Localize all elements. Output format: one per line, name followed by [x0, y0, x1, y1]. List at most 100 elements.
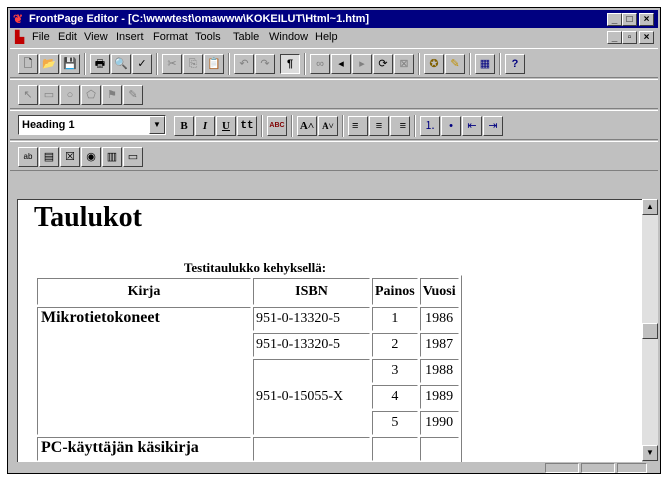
help-icon: ? [511, 58, 519, 70]
stop-button[interactable]: ⊠ [394, 54, 414, 74]
align-center-button[interactable]: ≡ [369, 116, 389, 136]
header-painos[interactable]: Painos [372, 278, 418, 305]
refresh-button[interactable]: ⟳ [373, 54, 393, 74]
scrolling-textbox-button[interactable]: ▤ [39, 147, 59, 167]
document-icon[interactable]: ▙ [15, 31, 27, 44]
isbn-cell[interactable]: 951-0-13320-5 [253, 333, 370, 357]
show-explorer-button[interactable]: ✪ [424, 54, 444, 74]
print-preview-button[interactable]: 🔍 [111, 54, 131, 74]
circle-icon: ○ [66, 89, 74, 101]
frontpage-editor-window: ❦ FrontPage Editor - [C:\wwwtest\omawww\… [7, 7, 661, 474]
vuosi-cell[interactable]: 1990 [419, 411, 459, 435]
isbn-cell[interactable]: 951-0-15055-X [253, 359, 370, 435]
scroll-up-button[interactable]: ▲ [642, 199, 658, 215]
underline-button[interactable]: U [216, 116, 236, 136]
typewriter-button[interactable]: tt [237, 116, 257, 136]
doc-minimize-button[interactable]: _ [607, 31, 622, 44]
spelling-button[interactable]: ✓ [132, 54, 152, 74]
rectangle-button[interactable]: ▭ [39, 85, 59, 105]
copy-button[interactable]: ⎘ [183, 54, 203, 74]
bulleted-list-button[interactable]: • [441, 116, 461, 136]
scroll-thumb[interactable] [642, 323, 658, 339]
align-right-button[interactable]: ≡ [390, 116, 410, 136]
checkbox-button[interactable]: ☒ [60, 147, 80, 167]
doc-close-button[interactable]: × [639, 31, 654, 44]
isbn-cell[interactable] [253, 437, 370, 461]
status-panel [581, 463, 615, 473]
menu-tools[interactable]: Tools [195, 31, 221, 43]
text-color-button[interactable]: ABC [267, 116, 287, 136]
header-vuosi[interactable]: Vuosi [419, 278, 459, 305]
increase-indent-button[interactable]: ⇥ [483, 116, 503, 136]
style-select[interactable]: Heading 1 ▼ [18, 115, 166, 135]
polygon-button[interactable]: ⬠ [81, 85, 101, 105]
show-marks-button[interactable]: ¶ [280, 54, 300, 74]
open-button[interactable]: 📂 [39, 54, 59, 74]
new-button[interactable]: 🗋 [18, 54, 38, 74]
redo-button[interactable]: ↷ [255, 54, 275, 74]
close-button[interactable]: × [639, 13, 654, 26]
print-button[interactable]: 🖶 [90, 54, 110, 74]
doc-restore-button[interactable]: ▫ [622, 31, 637, 44]
save-button[interactable]: 💾 [60, 54, 80, 74]
painos-cell[interactable]: 2 [372, 333, 418, 357]
header-kirja[interactable]: Kirja [37, 278, 251, 305]
painos-cell[interactable]: 1 [372, 307, 418, 331]
link-button[interactable]: ∞ [310, 54, 330, 74]
align-left-button[interactable]: ≡ [348, 116, 368, 136]
menu-window[interactable]: Window [269, 31, 308, 43]
book-cell[interactable]: Mikrotietokoneet [37, 307, 251, 435]
menu-file[interactable]: File [32, 31, 50, 43]
painos-cell[interactable]: 5 [372, 411, 418, 435]
help-button[interactable]: ? [505, 54, 525, 74]
cut-button[interactable]: ✂ [162, 54, 182, 74]
radio-button-button[interactable]: ◉ [81, 147, 101, 167]
highlight-hotspots-button[interactable]: ⚑ [102, 85, 122, 105]
decrease-indent-button[interactable]: ⇤ [462, 116, 482, 136]
scroll-down-button[interactable]: ▼ [642, 445, 658, 461]
italic-button[interactable]: I [195, 116, 215, 136]
increase-text-size-button[interactable]: A˄ [297, 116, 317, 136]
frontpage-app-icon[interactable]: ❦ [13, 13, 25, 25]
push-button-button[interactable]: ▭ [123, 147, 143, 167]
menu-insert[interactable]: Insert [116, 31, 144, 43]
book-cell[interactable]: PC-käyttäjän käsikirja [37, 437, 251, 461]
menu-help[interactable]: Help [315, 31, 338, 43]
back-button[interactable]: ◂ [331, 54, 351, 74]
painos-cell[interactable]: 4 [372, 385, 418, 409]
header-isbn[interactable]: ISBN [253, 278, 370, 305]
vertical-scrollbar[interactable]: ▲ ▼ [642, 199, 658, 461]
make-transparent-button[interactable]: ✎ [123, 85, 143, 105]
bold-button[interactable]: B [174, 116, 194, 136]
numbered-list-button[interactable]: ⒈ [420, 116, 440, 136]
table-caption[interactable]: Testitaulukko kehyksellä: [34, 260, 476, 276]
isbn-cell[interactable]: 951-0-13320-5 [253, 307, 370, 331]
pointer-button[interactable]: ↖ [18, 85, 38, 105]
painos-cell[interactable] [372, 437, 418, 461]
painos-cell[interactable]: 3 [372, 359, 418, 383]
show-editor-button[interactable]: ✎ [445, 54, 465, 74]
one-line-textbox-button[interactable]: ab [18, 147, 38, 167]
menu-view[interactable]: View [84, 31, 108, 43]
vuosi-cell[interactable]: 1988 [419, 359, 459, 383]
circle-button[interactable]: ○ [60, 85, 80, 105]
forward-button[interactable]: ▸ [352, 54, 372, 74]
page-heading[interactable]: Taulukot [34, 202, 142, 234]
menu-edit[interactable]: Edit [58, 31, 77, 43]
rectangle-icon: ▭ [43, 89, 55, 101]
undo-button[interactable]: ↶ [234, 54, 254, 74]
insert-table-button[interactable]: ▦ [475, 54, 495, 74]
decrease-text-size-button[interactable]: A˅ [318, 116, 338, 136]
menu-table[interactable]: Table [233, 31, 259, 43]
vuosi-cell[interactable]: 1987 [419, 333, 459, 357]
minimize-button[interactable]: _ [607, 13, 622, 26]
drop-down-menu-button[interactable]: ▥ [102, 147, 122, 167]
vuosi-cell[interactable] [419, 437, 459, 461]
editor-area[interactable]: Taulukot Testitaulukko kehyksellä: Kirja… [17, 199, 642, 462]
maximize-button[interactable]: □ [622, 13, 637, 26]
paste-button[interactable]: 📋 [204, 54, 224, 74]
vuosi-cell[interactable]: 1989 [419, 385, 459, 409]
vuosi-cell[interactable]: 1986 [419, 307, 459, 331]
chevron-down-icon[interactable]: ▼ [149, 116, 165, 134]
menu-format[interactable]: Format [153, 31, 188, 43]
